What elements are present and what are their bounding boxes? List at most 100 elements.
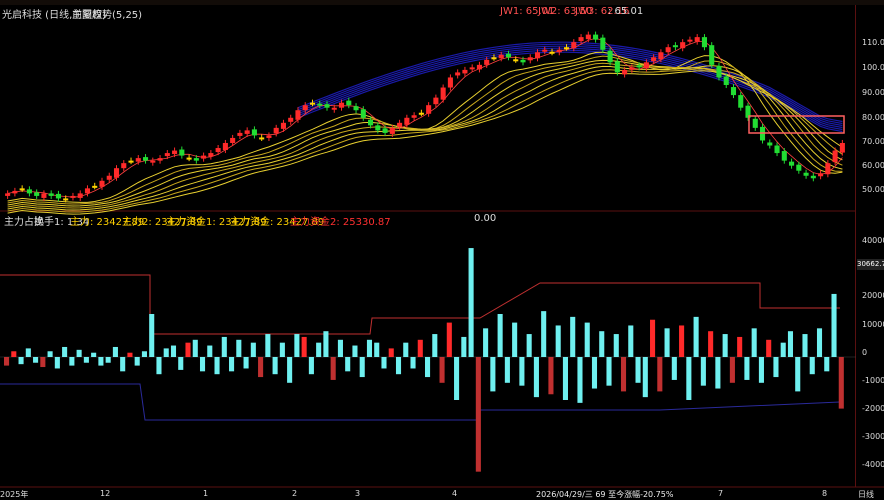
flow-bar xyxy=(207,345,213,357)
flow-bar xyxy=(802,334,808,357)
flow-bar xyxy=(105,357,111,363)
candle-body xyxy=(781,151,787,161)
flow-bar xyxy=(758,357,764,383)
candle-body xyxy=(411,115,417,118)
flow-bar xyxy=(134,357,140,366)
price-tick: 60.00 xyxy=(862,161,884,170)
candle-body xyxy=(796,164,802,171)
flow-bar xyxy=(127,352,133,357)
candle-body xyxy=(382,128,388,133)
flow-bar xyxy=(679,325,685,357)
candle-body xyxy=(789,161,795,166)
candle-body xyxy=(680,42,686,49)
kline-chart[interactable] xyxy=(0,0,884,500)
date-tick: 3 xyxy=(355,489,361,498)
flow-upper-line xyxy=(0,274,840,335)
flow-bar xyxy=(91,352,97,357)
candle-body xyxy=(368,119,374,126)
sub-extra-value: 0.00 xyxy=(474,213,497,224)
flow-bar xyxy=(816,328,823,357)
flow-bar xyxy=(599,331,605,357)
candle-body xyxy=(774,145,780,154)
flow-bar xyxy=(512,322,518,357)
candle-body xyxy=(585,34,591,40)
trend-indicator-label[interactable]: 主图趋势(5,25) xyxy=(72,6,142,21)
candle-body xyxy=(701,37,707,48)
flow-bar xyxy=(18,357,24,365)
candle-body xyxy=(658,52,664,60)
flow-bar xyxy=(591,357,598,389)
flow-bar xyxy=(40,357,46,368)
flow-bar xyxy=(425,357,431,378)
flow-bar xyxy=(112,346,118,357)
volume-tick: 10000 xyxy=(862,320,884,329)
ma-ribbon-line xyxy=(7,65,843,211)
candle-body xyxy=(5,193,11,196)
sub-indicator-bar: 主力占比 换手1: 1.34 主力: 23427.89 主力2: 23427.8… xyxy=(0,213,760,228)
candle-body xyxy=(172,150,178,155)
candle-body xyxy=(201,155,207,159)
right-value-axis: 110.00 100.00 90.00 80.00 70.00 60.00 50… xyxy=(856,0,884,500)
candle-body xyxy=(19,188,25,191)
flow-bar xyxy=(446,322,452,357)
flow-bar xyxy=(693,316,699,357)
flow-bar xyxy=(584,322,590,357)
candle-body xyxy=(266,135,272,138)
flow-bar xyxy=(410,357,416,369)
candle-body xyxy=(157,158,163,161)
date-axis: 2025年 12 1 2 3 4 2026/04/29/三 69 至今涨幅-20… xyxy=(0,488,884,500)
flow-bar xyxy=(628,325,634,357)
flow-bar xyxy=(316,342,322,357)
candle-body xyxy=(564,47,570,50)
main-title-bar: 光启科技 (日线,前复权) 主图趋势(5,25) JW1: 65.01 JW2:… xyxy=(0,5,760,21)
candle-body xyxy=(818,173,824,177)
candle-body xyxy=(12,190,18,194)
flow-bar xyxy=(729,357,735,383)
flow-bar xyxy=(708,331,714,357)
candle-body xyxy=(651,57,657,62)
flow-bar xyxy=(686,357,692,400)
flow-bar xyxy=(156,357,162,375)
flow-bar xyxy=(69,357,75,366)
flow-bar xyxy=(11,351,17,357)
flow-bar xyxy=(555,325,561,357)
cursor-date-label: 2026/04/29/三 69 至今涨幅-20.75% xyxy=(536,490,674,499)
candle-body xyxy=(607,50,613,63)
candle-body xyxy=(360,109,366,118)
candle-body xyxy=(433,97,439,105)
flow-bar xyxy=(809,357,815,375)
flow-bar xyxy=(504,357,510,383)
volume-tick: 0 xyxy=(862,348,868,357)
flow-bar xyxy=(461,336,467,357)
candle-body xyxy=(622,69,628,75)
candle-body xyxy=(164,153,170,157)
flow-bar xyxy=(308,357,314,375)
flow-bar xyxy=(120,357,126,372)
candle-body xyxy=(222,142,228,151)
candle-body xyxy=(55,193,61,199)
candle-body xyxy=(106,175,112,180)
candle-body xyxy=(716,65,722,78)
candle-body xyxy=(353,106,359,111)
flow-bar xyxy=(258,357,264,378)
date-tick: 8 xyxy=(822,489,828,498)
flow-bar xyxy=(744,357,750,380)
volume-tick: 40000 xyxy=(862,236,884,245)
candle-body xyxy=(34,192,40,196)
main-fund2-value: 主力资金2: 25330.87 xyxy=(290,217,391,228)
flow-bar xyxy=(417,339,423,357)
flow-bar xyxy=(279,342,285,357)
candle-body xyxy=(593,34,599,40)
flow-bar xyxy=(163,348,169,357)
candle-body xyxy=(694,37,700,42)
date-tick: 2025年 xyxy=(0,490,29,499)
candle-body xyxy=(375,125,381,131)
candle-body xyxy=(534,52,541,59)
flow-bar xyxy=(54,357,60,369)
candle-body xyxy=(135,158,141,162)
flow-bar xyxy=(650,319,656,357)
flow-bar xyxy=(657,357,663,392)
period-label[interactable]: 日线 xyxy=(858,489,874,500)
candle-body xyxy=(455,72,461,76)
candle-body xyxy=(259,137,265,140)
